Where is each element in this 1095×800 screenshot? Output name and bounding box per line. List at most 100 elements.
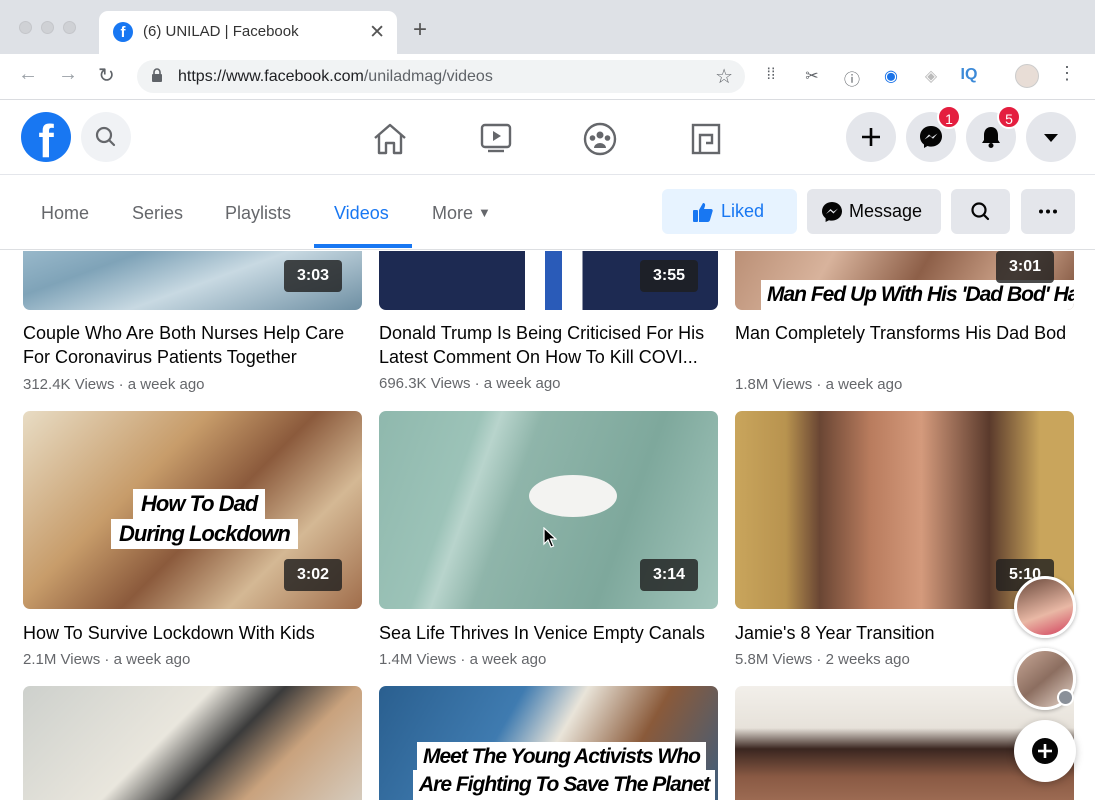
thumbnail-caption-line2: During Lockdown [111, 519, 298, 549]
video-views: 312.4K Views [23, 376, 115, 393]
video-title[interactable]: Sea Life Thrives In Venice Empty Canals [379, 621, 724, 645]
search-icon [95, 126, 116, 147]
notifications-badge: 5 [997, 105, 1021, 129]
thumbs-up-icon [693, 203, 713, 222]
pages-icon[interactable] [686, 119, 726, 159]
video-thumbnail[interactable]: Meet The Young Activists Who Are Fightin… [379, 686, 718, 800]
url-host: https://www.facebook.com [178, 68, 364, 85]
meta-separator: · [114, 376, 128, 393]
video-age: a week ago [113, 651, 191, 668]
video-views: 1.8M Views [735, 376, 813, 393]
thumbnail-caption-line2: Are Fighting To Save The Planet [413, 770, 716, 800]
online-status-dot [1057, 689, 1074, 706]
swan-shape [529, 475, 617, 517]
meta-separator: · [812, 651, 826, 668]
video-meta: 312.4K Views · a week ago [23, 376, 205, 393]
close-window-button[interactable] [19, 21, 32, 34]
video-thumbnail[interactable]: Man Fed Up With His 'Dad Bod' Has 3:01 [735, 251, 1074, 310]
video-meta: 1.8M Views · a week ago [735, 376, 902, 393]
thumbnail-caption-line1: Meet The Young Activists Who [417, 742, 706, 772]
meta-separator: · [470, 375, 484, 392]
zoom-window-button[interactable] [63, 21, 76, 34]
account-menu-button[interactable] [1026, 112, 1076, 162]
browser-menu-icon[interactable]: ⋮ [1056, 63, 1078, 84]
new-message-button[interactable] [1014, 720, 1076, 782]
page-nav: Home Series Playlists Videos More ▼ Like… [0, 176, 1095, 250]
notifications-button[interactable]: 5 [966, 105, 1021, 162]
video-meta: 2.1M Views · a week ago [23, 651, 190, 668]
tab-videos[interactable]: Videos [334, 203, 389, 224]
video-views: 5.8M Views [735, 651, 813, 668]
video-thumbnail[interactable]: 5:10 [735, 411, 1074, 609]
compose-plus-icon [1032, 738, 1058, 764]
chat-head-contact[interactable] [1014, 576, 1076, 638]
browser-tab[interactable]: f (6) UNILAD | Facebook ✕ [99, 11, 397, 54]
reload-icon[interactable]: ↻ [98, 63, 115, 88]
extension-dots-icon[interactable]: ⁞⁞ [760, 66, 782, 84]
video-age: a week ago [469, 651, 547, 668]
tab-playlists[interactable]: Playlists [225, 203, 291, 224]
extension-tool-icon[interactable]: ✂ [801, 66, 823, 86]
video-views: 696.3K Views [379, 375, 471, 392]
extension-ring-icon[interactable]: ◉ [880, 66, 902, 86]
liked-label: Liked [721, 201, 765, 221]
video-age: 2 weeks ago [825, 651, 910, 668]
groups-icon[interactable] [580, 119, 620, 159]
profile-avatar[interactable] [1015, 64, 1039, 88]
page-search-button[interactable] [951, 189, 1010, 234]
forward-icon[interactable]: → [58, 63, 78, 86]
active-tab-indicator [314, 244, 412, 248]
video-duration: 3:14 [639, 559, 698, 591]
video-meta: 696.3K Views · a week ago [379, 375, 561, 392]
create-button[interactable] [846, 112, 896, 162]
meta-separator: · [812, 376, 826, 393]
minimize-window-button[interactable] [41, 21, 54, 34]
video-thumbnail[interactable]: 3:03 [23, 251, 362, 310]
extension-tag-icon[interactable]: ◈ [920, 66, 942, 86]
ellipsis-icon [1039, 209, 1057, 214]
extension-iq-icon[interactable]: IQ [958, 66, 980, 84]
thumbnail-caption: Man Fed Up With His 'Dad Bod' Has [761, 280, 1074, 310]
video-duration: 3:01 [995, 251, 1054, 283]
browser-window: f (6) UNILAD | Facebook ✕ + ← → ↻ https:… [0, 0, 1095, 800]
video-duration: 3:03 [283, 260, 342, 292]
video-meta: 1.4M Views · a week ago [379, 651, 546, 668]
back-icon[interactable]: ← [18, 63, 38, 86]
tab-close-icon[interactable]: ✕ [369, 21, 385, 44]
video-thumbnail[interactable] [23, 686, 362, 800]
video-title[interactable]: Donald Trump Is Being Criticised For His… [379, 321, 724, 369]
new-tab-icon[interactable]: + [413, 16, 427, 44]
video-title[interactable]: How To Survive Lockdown With Kids [23, 621, 368, 645]
facebook-logo-icon[interactable]: f [21, 112, 71, 162]
video-thumbnail[interactable]: 3:55 [379, 251, 718, 310]
video-thumbnail[interactable]: 3:14 [379, 411, 718, 609]
bookmark-star-icon[interactable]: ☆ [715, 64, 733, 89]
plus-icon [862, 128, 880, 146]
tab-strip: f (6) UNILAD | Facebook ✕ + [0, 0, 1095, 54]
tab-title: (6) UNILAD | Facebook [143, 23, 299, 40]
watch-icon[interactable] [476, 119, 516, 159]
more-options-button[interactable] [1021, 189, 1075, 234]
caret-down-icon [1044, 134, 1058, 142]
address-bar[interactable]: https://www.facebook.com/uniladmag/video… [137, 60, 745, 93]
video-duration: 3:02 [283, 559, 342, 591]
video-thumbnail[interactable]: How To Dad During Lockdown 3:02 [23, 411, 362, 609]
tab-more[interactable]: More ▼ [432, 203, 491, 224]
facebook-favicon-icon: f [113, 22, 133, 42]
liked-button[interactable]: Liked [662, 189, 797, 234]
facebook-search-button[interactable] [81, 112, 131, 162]
message-button[interactable]: Message [807, 189, 941, 234]
extension-info-icon[interactable]: ⓘ [841, 66, 863, 90]
home-icon[interactable] [370, 119, 410, 159]
tab-more-label: More [432, 203, 474, 223]
video-title[interactable]: Man Completely Transforms His Dad Bod [735, 321, 1080, 345]
tab-home[interactable]: Home [41, 203, 89, 224]
video-views: 1.4M Views [379, 651, 457, 668]
video-duration: 3:55 [639, 260, 698, 292]
search-icon [971, 202, 990, 221]
video-meta: 5.8M Views · 2 weeks ago [735, 651, 910, 668]
messenger-button[interactable]: 1 [906, 105, 961, 162]
video-age: a week ago [127, 376, 205, 393]
tab-series[interactable]: Series [132, 203, 183, 224]
video-title[interactable]: Couple Who Are Both Nurses Help Care For… [23, 321, 368, 369]
